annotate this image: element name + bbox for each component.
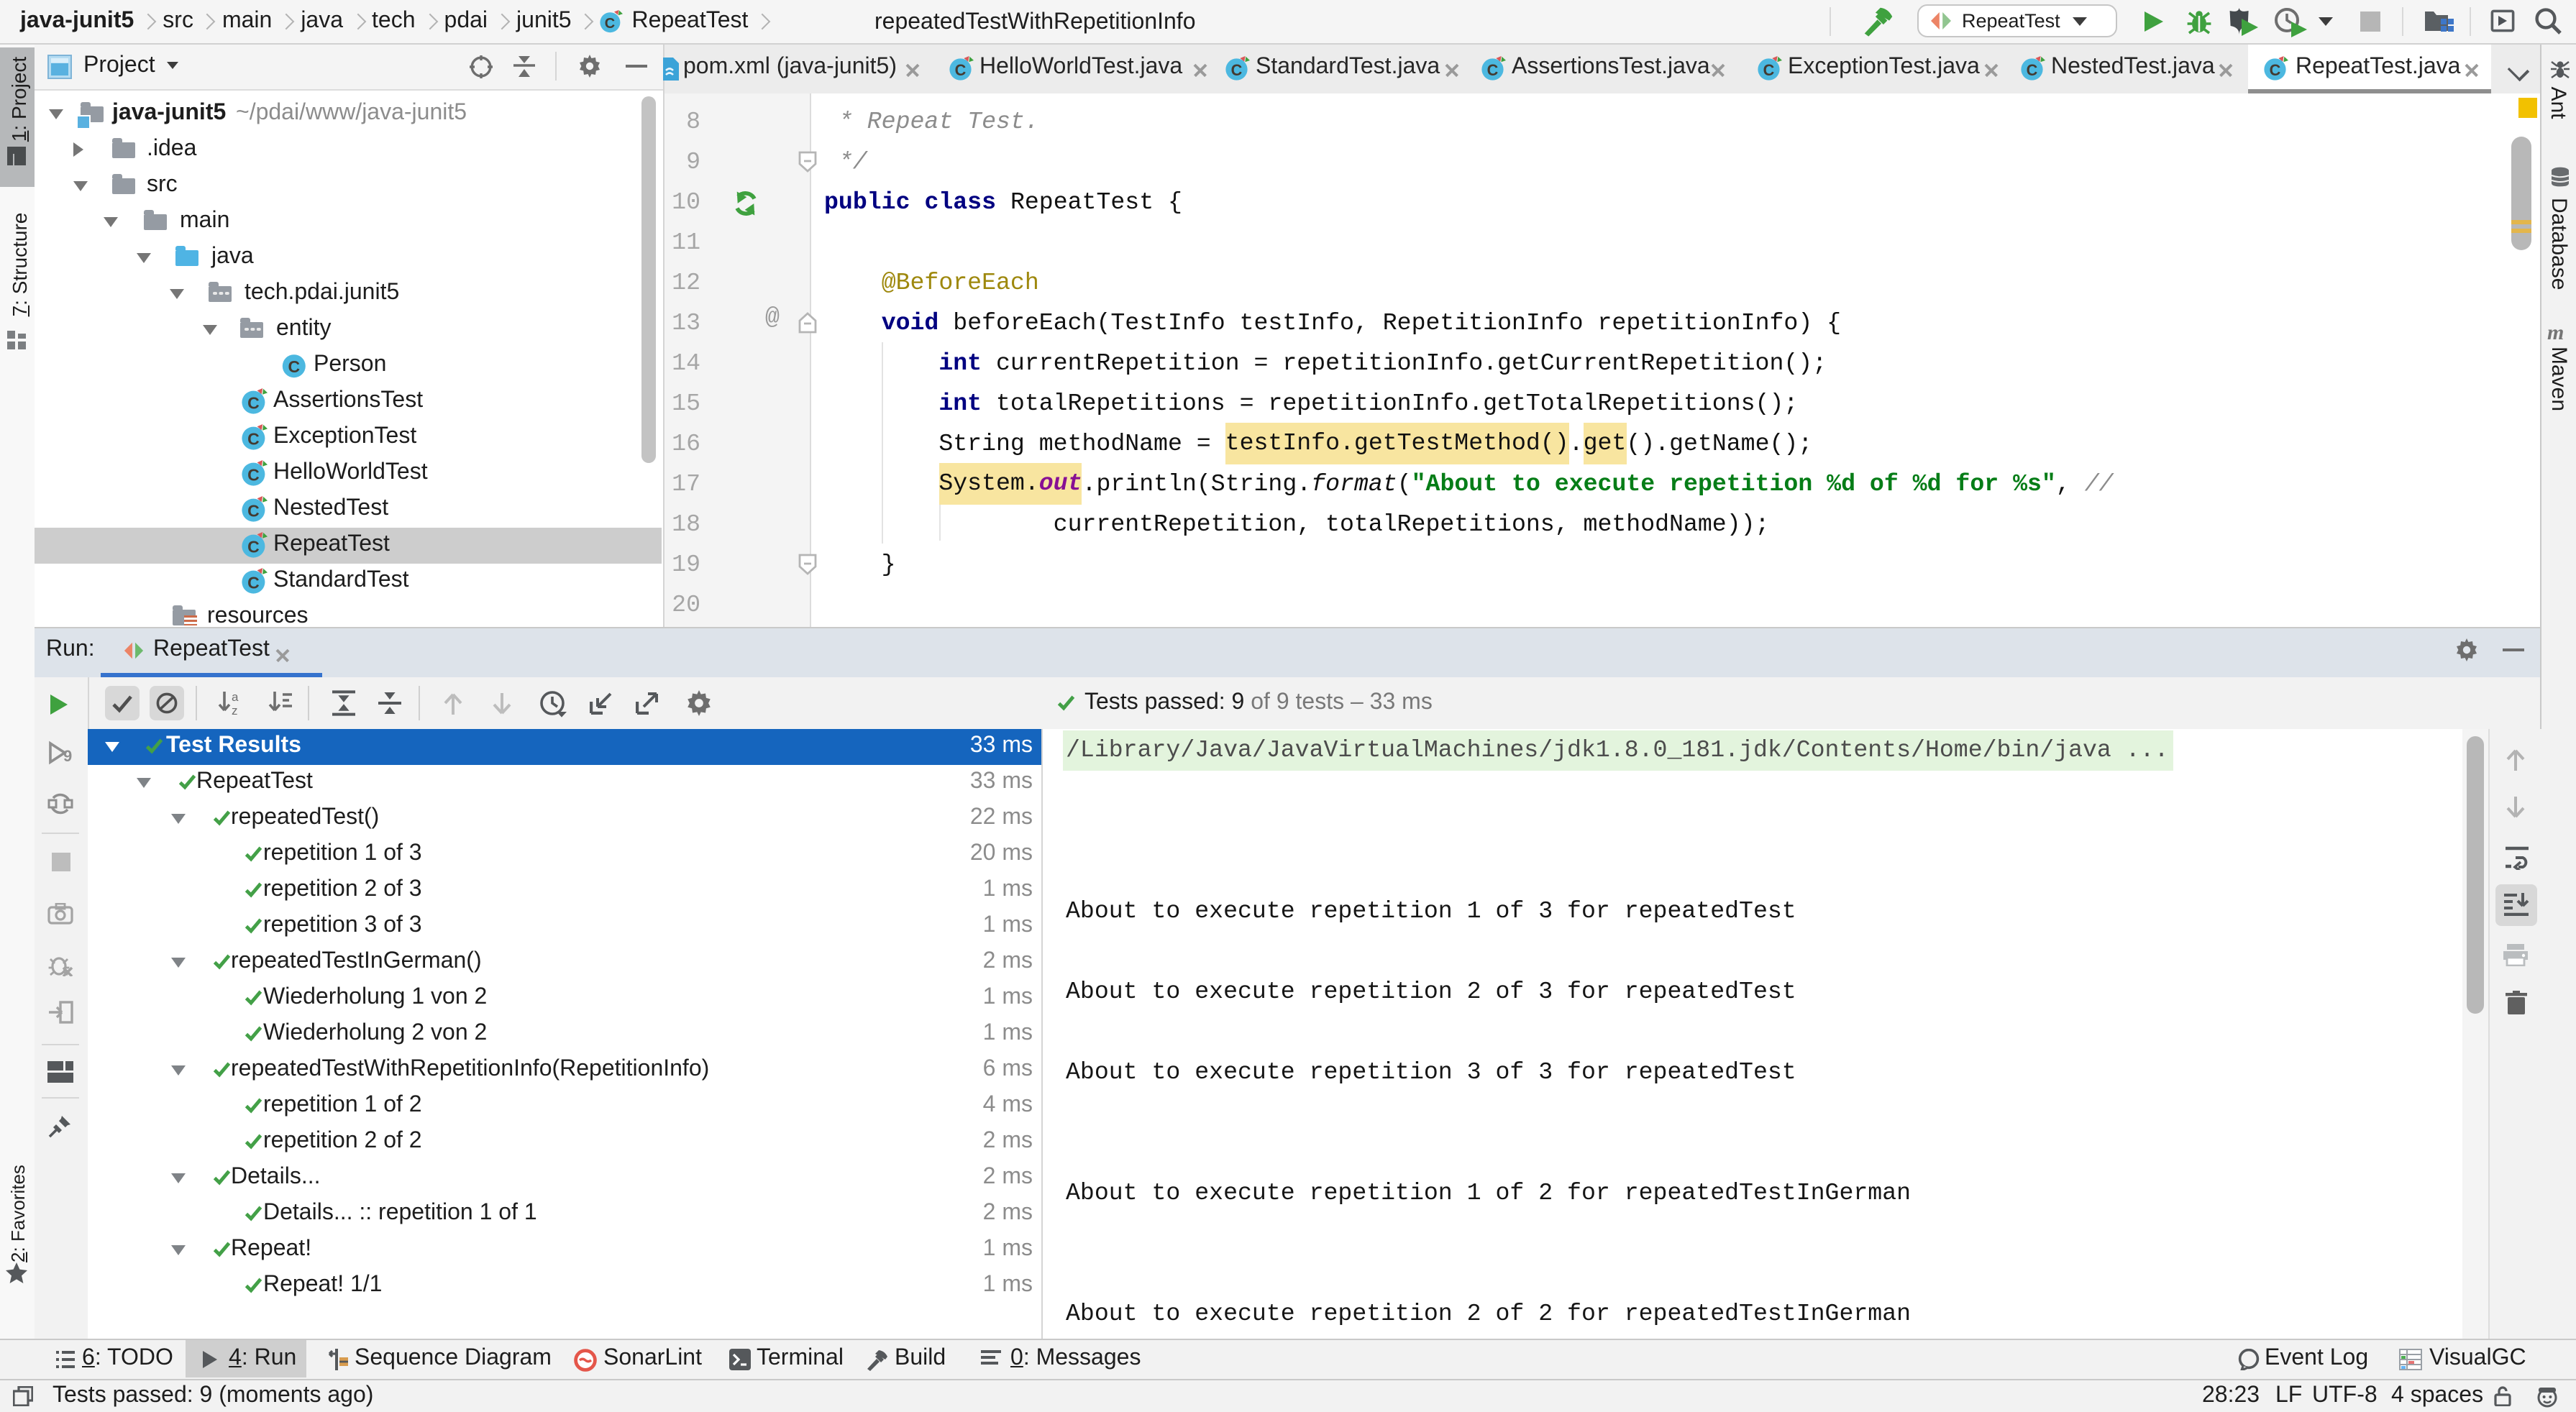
svg-text:a: a [232,689,239,703]
svg-text:C: C [605,16,615,32]
svg-text:C: C [288,357,300,376]
svg-text:9: 9 [63,747,72,765]
svg-text:z: z [232,703,238,715]
